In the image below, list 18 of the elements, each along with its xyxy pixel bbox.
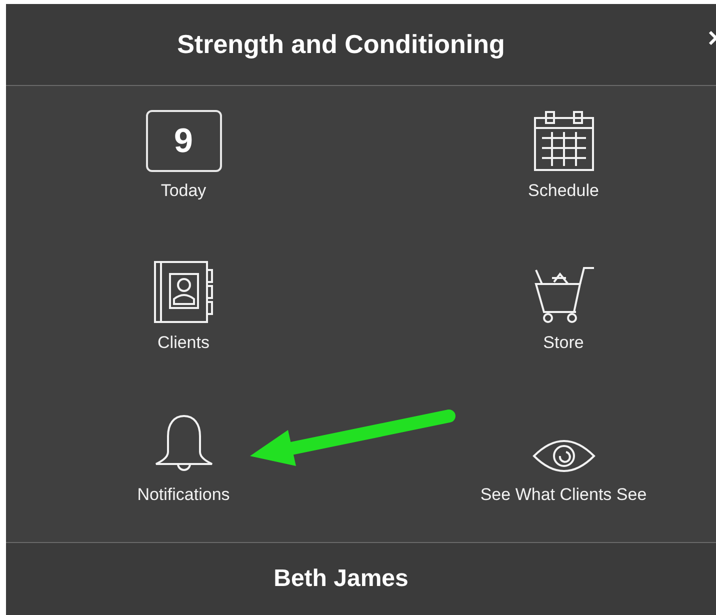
menu-tile[interactable]: Schedule [361, 86, 716, 238]
menu-tile[interactable]: Notifications [6, 390, 361, 542]
date-tile-icon: 9 [146, 110, 222, 172]
tile-label: See What Clients See [480, 484, 647, 506]
tile-label: Notifications [137, 484, 230, 506]
menu-tile[interactable]: Store [361, 238, 716, 390]
tile-label: Today [160, 180, 206, 202]
menu-tile[interactable]: See What Clients See [361, 390, 716, 542]
header-title: Strength and Conditioning [177, 28, 506, 61]
user-name: Beth James [274, 564, 410, 594]
calendar-icon [532, 110, 596, 172]
menu-tile[interactable]: 9 Today [6, 86, 361, 238]
contact-book-icon [152, 260, 216, 324]
menu-tile[interactable]: Clients [6, 238, 361, 390]
tile-label: Clients [158, 332, 210, 354]
shopping-cart-icon [532, 264, 596, 324]
tile-label: Schedule [528, 180, 599, 202]
tile-label: Store [543, 332, 584, 354]
